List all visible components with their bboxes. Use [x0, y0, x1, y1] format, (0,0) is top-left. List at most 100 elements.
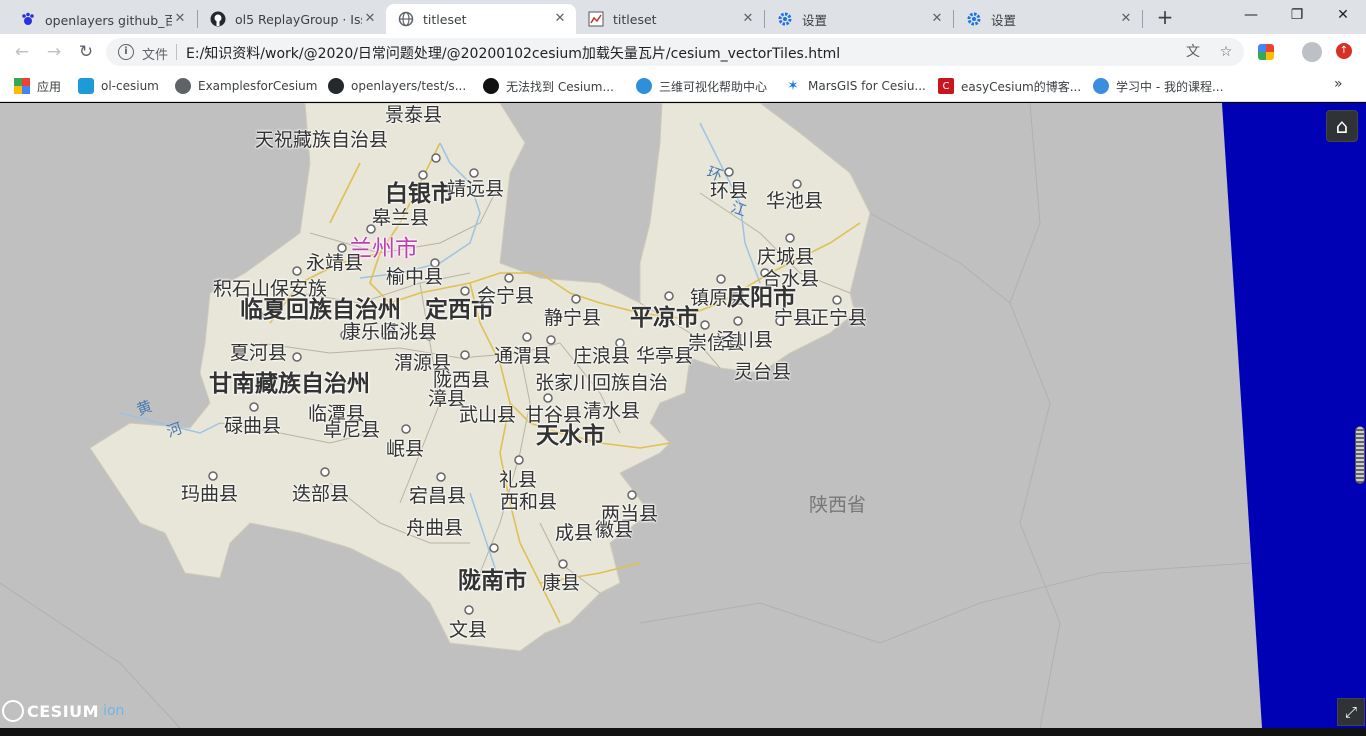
gear-icon — [966, 11, 982, 27]
home-button[interactable]: ⌂ — [1326, 110, 1358, 142]
tab-title: 设置 — [802, 12, 828, 28]
tab-title: 设置 — [991, 12, 1017, 28]
tab-settings-2[interactable]: 设置 ✕ — [954, 4, 1142, 34]
bookmark-label: 三维可视化帮助中心 — [659, 79, 768, 94]
map-label: 甘南藏族自治州 — [209, 371, 370, 397]
forward-button[interactable]: → — [42, 40, 66, 64]
map-label: 景泰县 — [385, 104, 443, 126]
gear-icon — [777, 11, 793, 27]
baidu-paw-icon — [20, 11, 36, 27]
tab-title: ol5 ReplayGroup · Issu — [235, 11, 362, 27]
map-label: 天水市 — [536, 423, 605, 449]
scroll-grip[interactable] — [1355, 426, 1365, 484]
tab-title: titleset — [613, 11, 657, 27]
os-taskbar — [0, 728, 1366, 736]
map-label: 武山县 — [459, 404, 517, 426]
bookmark-apps[interactable]: 应用 — [14, 76, 61, 96]
profile-avatar[interactable] — [1302, 42, 1322, 62]
bookmark-cesium-notfound[interactable]: 无法找到 Cesium... — [483, 76, 614, 96]
map-label: 庄浪县 — [573, 345, 631, 367]
close-icon[interactable]: ✕ — [740, 11, 756, 27]
map-label: 文县 — [449, 619, 488, 641]
close-icon[interactable]: ✕ — [1118, 11, 1134, 27]
swirl-icon — [636, 78, 652, 94]
bookmark-marsgis[interactable]: ✶ MarsGIS for Cesiu... — [785, 76, 926, 96]
tab-strip: openlayers github_百度 ✕ ol5 ReplayGroup ·… — [0, 0, 1366, 34]
cloud-icon — [1093, 78, 1109, 94]
map-label: 华亭县 — [636, 345, 694, 367]
new-tab-button[interactable]: + — [1152, 6, 1178, 30]
map-label: 会宁县 — [477, 285, 535, 307]
tab-titleset-active[interactable]: titleset ✕ — [386, 4, 576, 34]
map-label: 卓尼县 — [323, 419, 381, 441]
map-label: 环县 — [710, 180, 749, 202]
tab-titleset[interactable]: titleset ✕ — [576, 4, 764, 34]
reload-button[interactable]: ↻ — [74, 40, 98, 64]
apps-grid-icon — [14, 78, 30, 94]
map-label: 康县 — [542, 572, 581, 594]
update-menu-icon[interactable]: ↑ — [1336, 43, 1352, 59]
tab-settings-1[interactable]: 设置 ✕ — [765, 4, 953, 34]
address-divider — [176, 44, 177, 60]
info-icon[interactable]: i — [118, 44, 134, 60]
ocean-area — [1222, 103, 1366, 728]
map-label: 泾川县 — [716, 329, 774, 351]
close-window-button[interactable]: ✕ — [1320, 0, 1366, 30]
back-button[interactable]: ← — [10, 40, 34, 64]
globe-icon — [398, 11, 414, 27]
map-label: 迭部县 — [292, 483, 350, 505]
url-text[interactable]: E:/知识资料/work/@2020/日常问题处理/@20200102cesiu… — [186, 43, 840, 63]
map-label: 庆城县 — [757, 246, 815, 268]
map-label: 西和县 — [500, 491, 558, 513]
bookmark-label: openlayers/test/s... — [351, 79, 467, 93]
map-label: 华池县 — [766, 190, 824, 212]
map-label: 宁县 — [774, 307, 813, 329]
map-label: 灵台县 — [734, 361, 792, 383]
close-icon[interactable]: ✕ — [552, 11, 568, 27]
cesium-viewer[interactable]: 景泰县 天祝藏族自治县 白银市 靖远县 皋兰县 兰州市 永靖县 榆中县 积石山保… — [0, 103, 1366, 728]
minimize-button[interactable]: — — [1228, 0, 1274, 30]
chart-icon — [588, 11, 604, 27]
layers-icon — [78, 78, 94, 94]
bookmark-label: 无法找到 Cesium... — [506, 79, 614, 94]
bookmark-3d-help[interactable]: 三维可视化帮助中心 — [636, 76, 767, 96]
map-label: 张家川回族自治 — [535, 372, 669, 394]
scheme-label: 文件 — [142, 48, 169, 63]
map-label: 永靖县 — [306, 252, 364, 274]
bookmark-label: ExamplesforCesium — [198, 79, 318, 93]
map-label: 通渭县 — [494, 345, 552, 367]
tab-openlayers-github[interactable]: openlayers github_百度 ✕ — [8, 4, 196, 34]
tab-ol5-replaygroup[interactable]: ol5 ReplayGroup · Issu ✕ — [198, 4, 386, 34]
close-icon[interactable]: ✕ — [929, 11, 945, 27]
bookmark-learning[interactable]: 学习中 - 我的课程... — [1093, 76, 1223, 96]
map-label: 白银市 — [385, 181, 454, 207]
bookmark-openlayers-test[interactable]: openlayers/test/s... — [328, 76, 466, 96]
bookmark-easycesium[interactable]: C easyCesium的博客... — [938, 76, 1081, 96]
map-label: 榆中县 — [386, 266, 444, 288]
extension-icon[interactable] — [1258, 44, 1274, 60]
cesium-logo-icon — [2, 700, 24, 722]
bookmark-examplesforcesium[interactable]: ExamplesforCesium — [175, 76, 317, 96]
map-label: 夏河县 — [230, 342, 288, 364]
bookmarks-bar: 应用 ol-cesium ExamplesforCesium openlayer… — [0, 70, 1366, 102]
star-icon[interactable]: ☆ — [1217, 43, 1235, 61]
address-bar[interactable]: i 文件 E:/知识资料/work/@2020/日常问题处理/@20200102… — [106, 38, 1244, 66]
map-label: 宕昌县 — [409, 485, 467, 507]
more-bookmarks-icon[interactable]: » — [1334, 76, 1343, 92]
close-icon[interactable]: ✕ — [172, 11, 188, 27]
bookmark-ol-cesium[interactable]: ol-cesium — [78, 76, 159, 96]
close-icon[interactable]: ✕ — [362, 11, 378, 27]
logo-suffix: ion — [103, 703, 125, 719]
map-label: 平凉市 — [630, 305, 699, 331]
logo-text: CESIUM — [27, 701, 100, 721]
github-icon — [210, 11, 226, 27]
tab-divider — [1142, 10, 1143, 28]
map-canvas[interactable] — [0, 103, 1366, 728]
fullscreen-button[interactable]: ⤢ — [1337, 698, 1365, 726]
cesium-ion-logo[interactable]: CESIUM ion — [2, 699, 124, 723]
map-label: 临夏回族自治州 — [240, 297, 401, 323]
translate-icon[interactable]: 文 — [1184, 43, 1202, 61]
map-label: 皋兰县 — [372, 207, 430, 229]
restore-button[interactable]: ❐ — [1274, 0, 1320, 30]
github-icon — [328, 78, 344, 94]
